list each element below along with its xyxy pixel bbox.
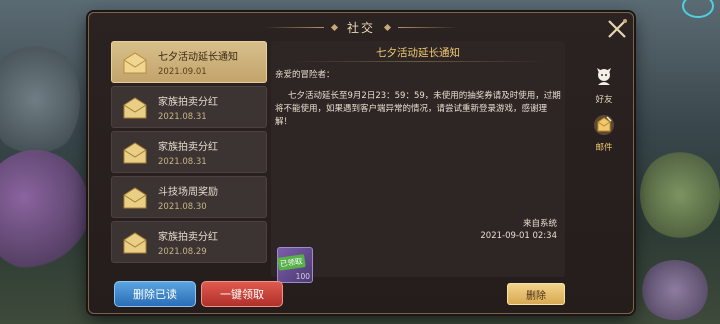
mail-item-date: 2021.09.01 xyxy=(158,67,207,77)
background-flowers xyxy=(0,150,90,270)
mail-content: 七夕活动延长通知 亲爱的冒险者： 七夕活动延长至9月2日23：59：59，未使用… xyxy=(271,41,565,283)
delete-button[interactable]: 删除 xyxy=(507,283,565,305)
panel-title: 社交 xyxy=(346,20,375,35)
title-diamond-icon xyxy=(383,23,392,31)
mail-item-title: 七夕活动延长通知 xyxy=(158,52,238,63)
mail-item-date: 2021.08.30 xyxy=(158,202,207,212)
mail-item-date: 2021.08.29 xyxy=(158,247,207,257)
hud-ring-icon[interactable] xyxy=(682,0,714,18)
panel-header: 社交 xyxy=(89,13,633,41)
envelope-icon xyxy=(123,97,147,119)
mail-item-title: 家族拍卖分红 xyxy=(158,142,218,153)
mail-item[interactable]: 七夕活动延长通知 2021.09.01 xyxy=(111,41,267,83)
mail-item[interactable]: 家族拍卖分红 2021.08.31 xyxy=(111,131,267,173)
mail-greeting: 亲爱的冒险者： xyxy=(275,70,335,80)
tab-friends[interactable]: 好友 xyxy=(587,65,621,105)
close-button[interactable] xyxy=(603,15,631,43)
mail-icon xyxy=(594,115,614,135)
mail-item[interactable]: 家族拍卖分红 2021.08.31 xyxy=(111,86,267,128)
mail-body: 七夕活动延长至9月2日23：59：59，未使用的抽奖券请及时使用，过期将不能使用… xyxy=(275,91,561,127)
close-icon xyxy=(608,19,627,38)
mail-list: 七夕活动延长通知 2021.09.01 家族拍卖分红 2021.08.31 家族… xyxy=(111,41,267,277)
title-divider-left xyxy=(263,26,324,28)
mail-item-title: 斗技场周奖励 xyxy=(158,187,218,198)
claimed-badge: 已领取 xyxy=(277,254,306,271)
tab-mail[interactable]: 邮件 xyxy=(587,113,621,153)
envelope-icon xyxy=(123,142,147,164)
envelope-icon xyxy=(123,187,147,209)
background-flowers-right xyxy=(640,260,710,320)
envelope-icon xyxy=(123,52,147,74)
delete-read-button[interactable]: 删除已读 xyxy=(114,281,196,307)
mail-item-title: 家族拍卖分红 xyxy=(158,97,218,108)
mail-item-title: 家族拍卖分红 xyxy=(158,232,218,243)
envelope-icon xyxy=(123,232,147,254)
background-foliage-right xyxy=(640,150,720,240)
tab-friends-label: 好友 xyxy=(595,95,613,105)
mail-item-date: 2021.08.31 xyxy=(158,157,207,167)
mail-item[interactable]: 家族拍卖分红 2021.08.29 xyxy=(111,221,267,263)
attachment-item[interactable]: 已领取 100 xyxy=(277,247,313,283)
mail-sender: 来自系统 xyxy=(522,219,557,229)
background-foliage xyxy=(0,40,80,160)
subject-divider xyxy=(291,61,545,62)
friend-icon xyxy=(597,68,611,85)
claim-all-button[interactable]: 一键领取 xyxy=(201,281,283,307)
social-panel: 社交 七夕活动延长通知 2021.09.01 家族拍卖分红 2021.08.31 xyxy=(88,12,634,314)
title-divider-right xyxy=(398,26,458,28)
title-diamond-icon xyxy=(330,23,339,31)
mail-item-date: 2021.08.31 xyxy=(158,112,207,122)
mail-timestamp: 2021-09-01 02:34 xyxy=(480,231,557,241)
attachment-count: 100 xyxy=(295,272,310,281)
mail-subject: 七夕活动延长通知 xyxy=(376,47,460,59)
mail-item[interactable]: 斗技场周奖励 2021.08.30 xyxy=(111,176,267,218)
tab-mail-label: 邮件 xyxy=(595,143,613,153)
